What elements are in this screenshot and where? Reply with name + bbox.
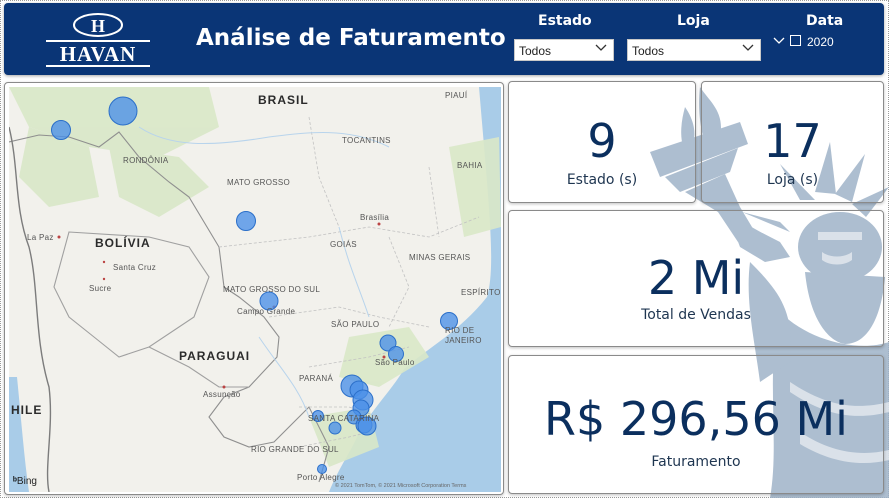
chevron-down-icon: [595, 44, 607, 51]
kpi-faturamento-label: Faturamento: [651, 454, 741, 470]
estado-dropdown[interactable]: Todos: [514, 39, 614, 61]
map-label-tocantins: TOCANTINS: [342, 136, 391, 145]
sales-map[interactable]: BRASIL PIAUÍ RONDÔNIA TOCANTINS BAHIA MA…: [4, 82, 504, 495]
chevron-down-icon[interactable]: [773, 36, 785, 46]
kpi-card-lojas: 17 Loja (s): [701, 81, 884, 203]
map-label-rio-grande-do-sul: RIO GRANDE DO SUL: [251, 445, 339, 454]
map-label-porto-alegre: Porto Alegre: [297, 473, 345, 482]
kpi-estados-value: 9: [587, 114, 617, 168]
kpi-faturamento-value: R$ 296,56 Mi: [544, 392, 848, 446]
map-label-goias: GOIÁS: [330, 240, 357, 249]
map-location-bubble[interactable]: [51, 120, 71, 140]
estado-slicer-label: Estado: [538, 13, 592, 29]
kpi-vendas-label: Total de Vendas: [641, 307, 751, 323]
kpi-estados-label: Estado (s): [566, 172, 638, 188]
map-label-parana: PARANÁ: [299, 374, 334, 383]
havan-logo: H HAVAN: [46, 13, 150, 67]
year-option-label: 2020: [807, 35, 834, 49]
map-label-chile: HILE: [11, 403, 43, 417]
map-label-piaui: PIAUÍ: [445, 91, 468, 100]
logo-monogram: H: [91, 16, 105, 36]
map-label-mato-grosso-do-sul: MATO GROSSO DO SUL: [223, 285, 321, 294]
map-location-bubble[interactable]: [236, 211, 256, 231]
map-label-santa-cruz: Santa Cruz: [113, 263, 157, 272]
loja-slicer-label: Loja: [677, 13, 710, 29]
map-label-campo-grande: Campo Grande: [237, 307, 296, 316]
logo-wordmark: HAVAN: [60, 42, 137, 66]
map-label-sao-paulo-city: São Paulo: [375, 358, 415, 367]
loja-dropdown[interactable]: Todos: [627, 39, 761, 61]
data-slicer-label: Data: [806, 13, 844, 29]
map-location-bubble[interactable]: [108, 96, 138, 126]
map-copyright[interactable]: © 2021 TomTom, © 2021 Microsoft Corporat…: [335, 483, 466, 489]
map-label-sao-paulo-state: SÃO PAULO: [331, 320, 380, 329]
map-label-bahia: BAHIA: [457, 161, 483, 170]
map-label-espirito: ESPÍRITO: [461, 288, 501, 297]
map-location-bubble[interactable]: [328, 421, 342, 435]
map-label-santa-catarina: SANTA CATARINA: [308, 414, 380, 423]
chevron-down-icon: [742, 44, 754, 51]
map-label-rio-de: RIO DE: [445, 326, 475, 335]
page-title: Análise de Faturamento: [196, 25, 506, 51]
kpi-lojas-value: 17: [763, 114, 822, 168]
kpi-card-faturamento: R$ 296,56 Mi Faturamento: [508, 355, 884, 494]
map-label-minas-gerais: MINAS GERAIS: [409, 253, 471, 262]
loja-dropdown-value: Todos: [632, 44, 665, 58]
estado-dropdown-value: Todos: [519, 44, 552, 58]
map-label-bolivia: BOLÍVIA: [95, 236, 151, 250]
kpi-lojas-label: Loja (s): [766, 172, 819, 188]
map-label-janeiro: JANEIRO: [445, 336, 482, 345]
map-label-sucre: Sucre: [89, 284, 112, 293]
year-checkbox[interactable]: [790, 35, 801, 46]
report-header: H HAVAN Análise de Faturamento Estado To…: [4, 3, 884, 75]
kpi-card-estados: 9 Estado (s): [508, 81, 696, 203]
map-label-brasil: BRASIL: [258, 93, 309, 107]
map-label-paraguai: PARAGUAI: [179, 349, 251, 363]
bing-logo: ᵇBing: [13, 476, 37, 487]
map-label-mato-grosso: MATO GROSSO: [227, 178, 291, 187]
map-label-brasilia: Brasília: [360, 213, 390, 222]
map-label-rondonia: RONDÔNIA: [123, 156, 169, 165]
kpi-vendas-value: 2 Mi: [647, 251, 745, 305]
map-label-la-paz: La Paz: [27, 233, 54, 242]
map-label-assuncao: Assunção: [203, 390, 241, 399]
kpi-card-vendas: 2 Mi Total de Vendas: [508, 210, 884, 347]
